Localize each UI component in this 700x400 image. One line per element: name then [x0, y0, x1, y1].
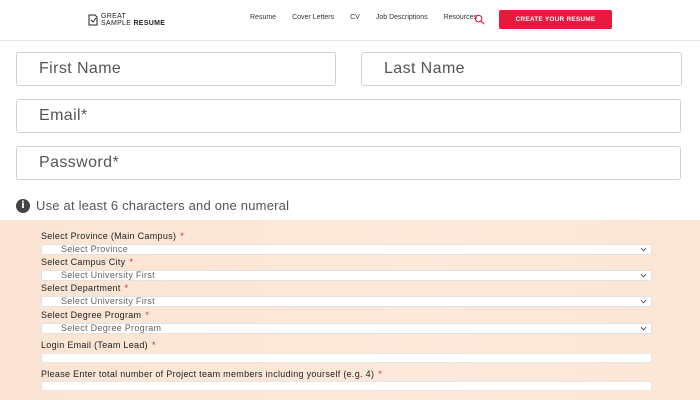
first-name-placeholder: First Name — [39, 60, 122, 77]
degree-select-value: Select Degree Program — [61, 323, 162, 333]
campus-select[interactable]: Select University First — [41, 270, 652, 281]
nav-cv[interactable]: CV — [350, 14, 360, 21]
first-name-field[interactable]: First Name — [16, 52, 336, 86]
degree-label: Select Degree Program * — [41, 310, 149, 320]
login-email-input[interactable] — [41, 353, 652, 363]
required-mark: * — [145, 310, 150, 320]
logo-line2-part2: RESUME — [133, 20, 166, 27]
password-hint: i Use at least 6 characters and one nume… — [16, 198, 289, 213]
login-email-label-text: Login Email (Team Lead) — [41, 340, 148, 350]
logo-text: GREAT SAMPLE RESUME — [101, 13, 165, 27]
team-members-input[interactable] — [41, 381, 652, 391]
required-mark: * — [129, 257, 134, 267]
password-placeholder: Password* — [39, 154, 120, 171]
nav-cover-letters[interactable]: Cover Letters — [292, 14, 334, 21]
logo-line1: GREAT — [101, 13, 127, 20]
required-mark: * — [124, 283, 129, 293]
campus-label: Select Campus City * — [41, 257, 133, 267]
project-form-section: Select Province (Main Campus) * Select Pr… — [0, 220, 700, 400]
last-name-placeholder: Last Name — [384, 60, 465, 77]
password-field[interactable]: Password* — [16, 146, 681, 180]
team-members-label: Please Enter total number of Project tea… — [41, 369, 382, 379]
required-mark: * — [151, 340, 156, 350]
chevron-down-icon — [640, 299, 647, 304]
last-name-field[interactable]: Last Name — [361, 52, 682, 86]
degree-label-text: Select Degree Program — [41, 310, 142, 320]
nav-job-descriptions[interactable]: Job Descriptions — [376, 14, 428, 21]
login-email-label: Login Email (Team Lead) * — [41, 340, 156, 350]
chevron-down-icon — [640, 273, 647, 278]
department-label: Select Department * — [41, 283, 128, 293]
department-select-value: Select University First — [61, 296, 155, 306]
department-select[interactable]: Select University First — [41, 296, 652, 307]
main-nav: Resume Cover Letters CV Job Descriptions… — [250, 14, 493, 21]
email-placeholder: Email* — [39, 107, 88, 124]
team-members-label-text: Please Enter total number of Project tea… — [41, 369, 375, 379]
logo-line2: SAMPLE RESUME — [101, 20, 165, 27]
campus-label-text: Select Campus City — [41, 257, 126, 267]
chevron-down-icon — [640, 247, 647, 252]
logo-line2-part1: SAMPLE — [101, 20, 134, 27]
nav-resume[interactable]: Resume — [250, 14, 276, 21]
site-header: GREAT SAMPLE RESUME Resume Cover Letters… — [0, 0, 700, 41]
create-resume-button[interactable]: CREATE YOUR RESUME — [499, 10, 612, 29]
nav-resources[interactable]: Resources — [444, 14, 477, 21]
province-label: Select Province (Main Campus) * — [41, 231, 184, 241]
required-mark: * — [180, 231, 185, 241]
campus-select-value: Select University First — [61, 270, 155, 280]
required-mark: * — [378, 369, 383, 379]
site-logo[interactable]: GREAT SAMPLE RESUME — [88, 10, 165, 30]
email-field[interactable]: Email* — [16, 99, 681, 133]
search-icon[interactable] — [474, 14, 485, 25]
province-select-value: Select Province — [61, 244, 129, 254]
province-label-text: Select Province (Main Campus) — [41, 231, 177, 241]
info-icon: i — [16, 198, 30, 213]
logo-icon — [88, 14, 98, 26]
chevron-down-icon — [640, 326, 647, 331]
department-label-text: Select Department — [41, 283, 121, 293]
password-hint-text: Use at least 6 characters and one numera… — [36, 198, 290, 213]
province-select[interactable]: Select Province — [41, 244, 652, 255]
degree-select[interactable]: Select Degree Program — [41, 323, 652, 334]
